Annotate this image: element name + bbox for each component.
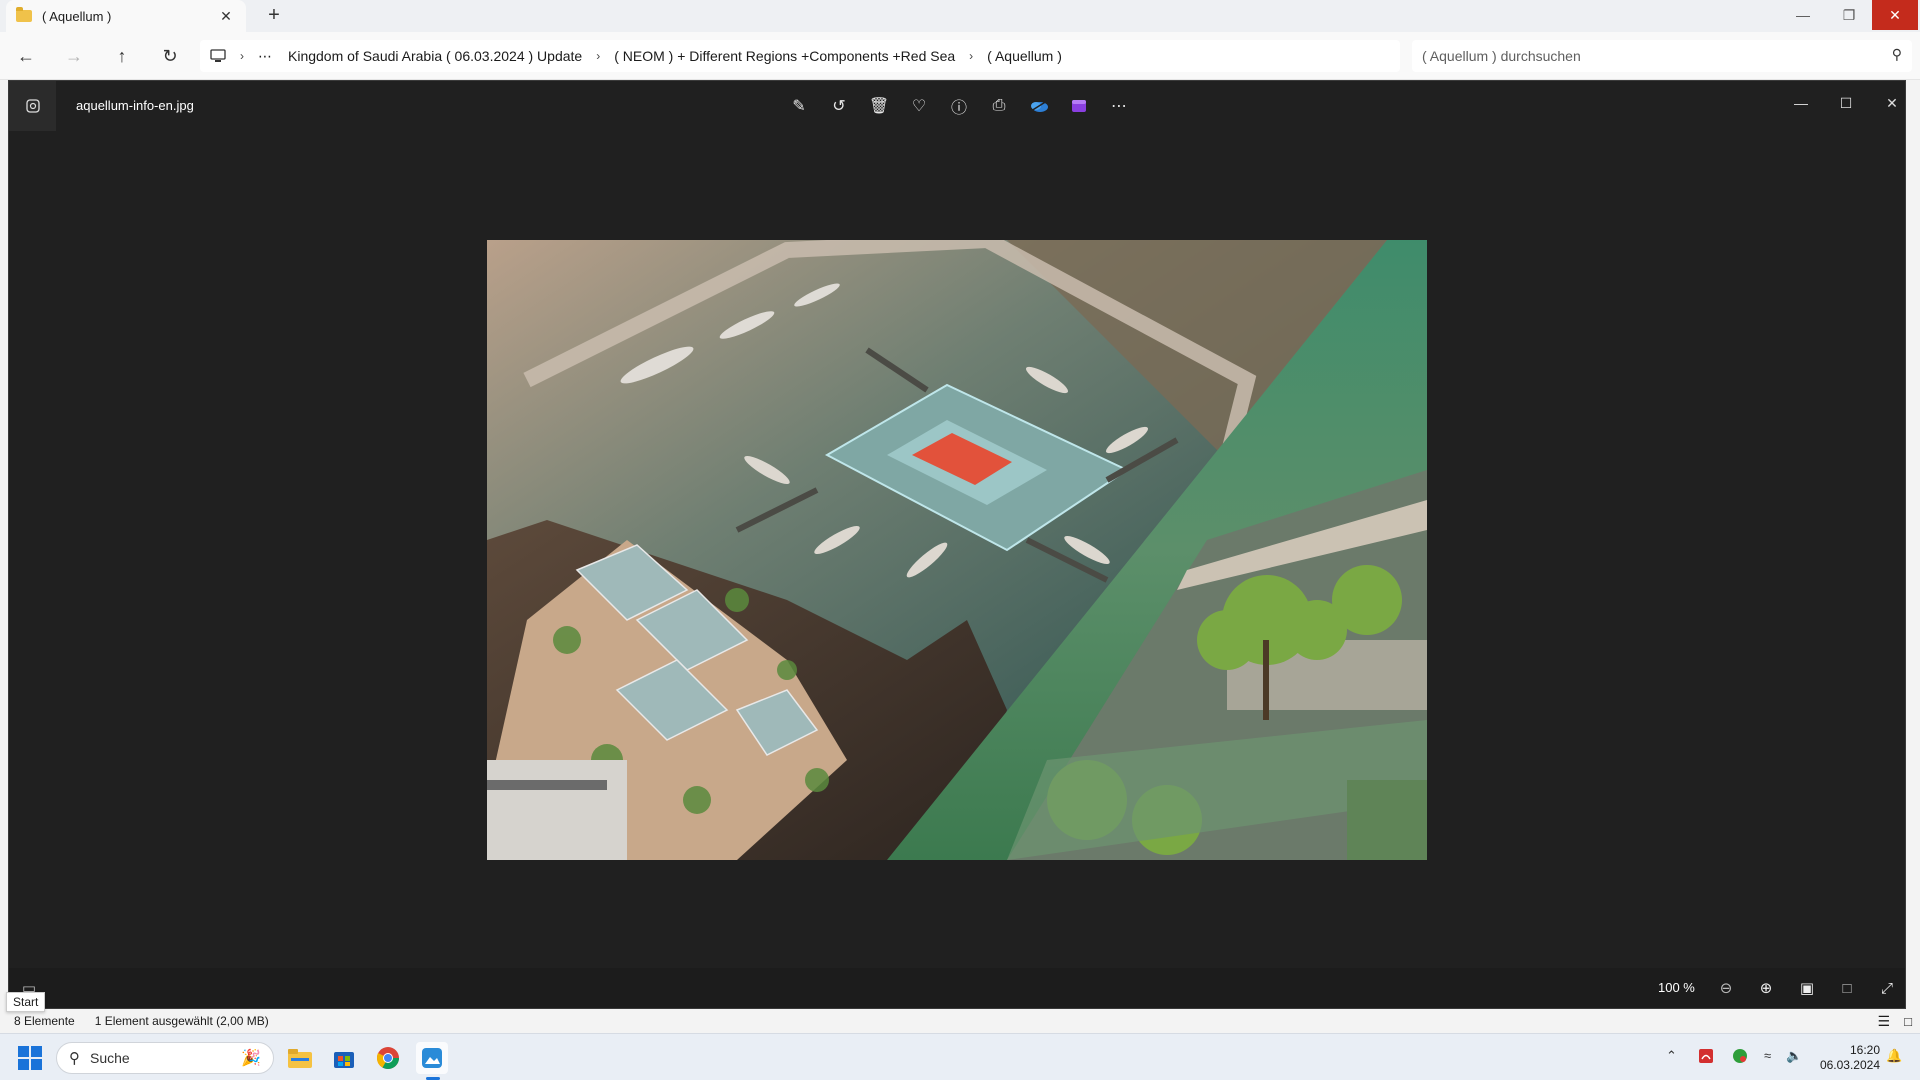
start-tooltip: Start: [6, 992, 46, 1012]
aquellum-photo: [487, 240, 1427, 860]
zoom-out-icon[interactable]: ⊖: [1714, 976, 1738, 1000]
viewer-bottom-bar: ▭ 100 % ⊖ ⊕ ▣ □ ⤢: [9, 968, 1905, 1008]
chrome-taskbar-icon[interactable]: [372, 1042, 404, 1074]
more-icon[interactable]: ⋯: [1107, 94, 1131, 118]
title-bar: ( Aquellum ) ✕ + — ❐ ✕: [0, 0, 1920, 32]
viewer-minimize-button[interactable]: —: [1786, 91, 1816, 115]
taskbar: ⚲ Suche 🎉 ⌃ ≈ 🔈 16:20 06.03.2024 🔔: [0, 1033, 1920, 1080]
refresh-button[interactable]: ↻: [158, 44, 182, 68]
breadcrumb[interactable]: › ⋯ Kingdom of Saudi Arabia ( 06.03.2024…: [200, 40, 1400, 72]
clipchamp-icon[interactable]: [1067, 94, 1091, 118]
chevron-right-icon[interactable]: ›: [596, 49, 600, 63]
store-taskbar-icon[interactable]: [328, 1042, 360, 1074]
breadcrumb-item-aquellum[interactable]: ( Aquellum ): [987, 48, 1062, 64]
item-count: 8 Elemente: [14, 1014, 75, 1028]
fit-to-window-icon[interactable]: ▣: [1795, 976, 1819, 1000]
security-tray-icon[interactable]: [1732, 1048, 1748, 1067]
start-button[interactable]: [18, 1046, 42, 1070]
actual-size-icon[interactable]: □: [1835, 976, 1859, 1000]
tab-title: ( Aquellum ): [42, 8, 112, 24]
taskbar-search-label: Suche: [90, 1050, 130, 1066]
chevron-right-icon[interactable]: ›: [969, 49, 973, 63]
photo-viewer-window: aquellum-info-en.jpg ✎ ↺ 🗑 ♡ ⓘ ⎙ ⋯ — ☐ ✕: [8, 80, 1906, 1009]
file-name: aquellum-info-en.jpg: [76, 98, 194, 113]
search-icon: ⚲: [69, 1050, 80, 1067]
breadcrumb-item-neom[interactable]: ( NEOM ) + Different Regions +Components…: [614, 48, 955, 64]
chevron-right-icon[interactable]: ›: [240, 49, 244, 63]
chevron-up-icon[interactable]: ⌃: [1666, 1048, 1677, 1064]
clock-time: 16:20: [1849, 1043, 1880, 1057]
back-button[interactable]: ←: [14, 44, 38, 68]
volume-icon[interactable]: 🔈: [1786, 1048, 1802, 1064]
breadcrumb-more-icon[interactable]: ⋯: [258, 48, 272, 65]
up-button[interactable]: ↑: [110, 44, 134, 68]
tab-aquellum[interactable]: ( Aquellum ) ✕: [6, 0, 246, 32]
taskbar-search[interactable]: ⚲ Suche 🎉: [56, 1042, 274, 1074]
onedrive-icon[interactable]: [1027, 94, 1051, 118]
new-tab-button[interactable]: +: [262, 4, 286, 27]
clock[interactable]: 16:20 06.03.2024: [1820, 1043, 1880, 1073]
address-bar: ← → ↑ ↻ › ⋯ Kingdom of Saudi Arabia ( 06…: [0, 32, 1920, 80]
details-view-icon[interactable]: ☰: [1877, 1013, 1890, 1030]
viewer-maximize-button[interactable]: ☐: [1831, 91, 1861, 115]
file-explorer-taskbar-icon[interactable]: [284, 1042, 316, 1074]
wifi-icon[interactable]: ≈: [1764, 1048, 1771, 1063]
viewer-toolbar: aquellum-info-en.jpg ✎ ↺ 🗑 ♡ ⓘ ⎙ ⋯ — ☐ ✕: [9, 81, 1905, 131]
info-icon[interactable]: ⓘ: [947, 94, 971, 118]
edit-icon[interactable]: ✎: [787, 94, 811, 118]
tiles-view-icon[interactable]: □: [1904, 1014, 1912, 1029]
rotate-icon[interactable]: ↺: [827, 94, 851, 118]
zoom-in-icon[interactable]: ⊕: [1754, 976, 1778, 1000]
search-highlight-icon: 🎉: [241, 1050, 261, 1067]
photos-app-icon[interactable]: [9, 81, 56, 131]
close-button[interactable]: ✕: [1872, 0, 1918, 30]
forward-button[interactable]: →: [62, 44, 86, 68]
photos-taskbar-icon[interactable]: [416, 1042, 448, 1074]
folder-icon: [16, 7, 32, 22]
favorite-icon[interactable]: ♡: [907, 94, 931, 118]
status-bar: 8 Elemente 1 Element ausgewählt (2,00 MB…: [0, 1009, 1920, 1033]
fullscreen-icon[interactable]: ⤢: [1875, 976, 1899, 1000]
notification-bell-icon[interactable]: 🔔: [1886, 1048, 1902, 1064]
print-icon[interactable]: ⎙: [987, 94, 1011, 118]
restore-button[interactable]: ❐: [1826, 0, 1872, 30]
search-input[interactable]: ( Aquellum ) durchsuchen ⚲: [1412, 40, 1912, 72]
tab-close-button[interactable]: ✕: [216, 8, 236, 25]
breadcrumb-item-ksa[interactable]: Kingdom of Saudi Arabia ( 06.03.2024 ) U…: [288, 48, 582, 64]
minimize-button[interactable]: —: [1780, 0, 1826, 30]
selection-info: 1 Element ausgewählt (2,00 MB): [94, 1014, 269, 1028]
acrobat-tray-icon[interactable]: [1698, 1048, 1714, 1067]
search-placeholder: ( Aquellum ) durchsuchen: [1422, 48, 1581, 64]
this-pc-icon[interactable]: [210, 49, 226, 63]
search-icon: ⚲: [1891, 46, 1902, 62]
clock-date: 06.03.2024: [1819, 1058, 1880, 1072]
viewer-close-button[interactable]: ✕: [1877, 91, 1907, 115]
zoom-level: 100 %: [1658, 980, 1695, 995]
delete-icon[interactable]: 🗑: [867, 94, 891, 118]
